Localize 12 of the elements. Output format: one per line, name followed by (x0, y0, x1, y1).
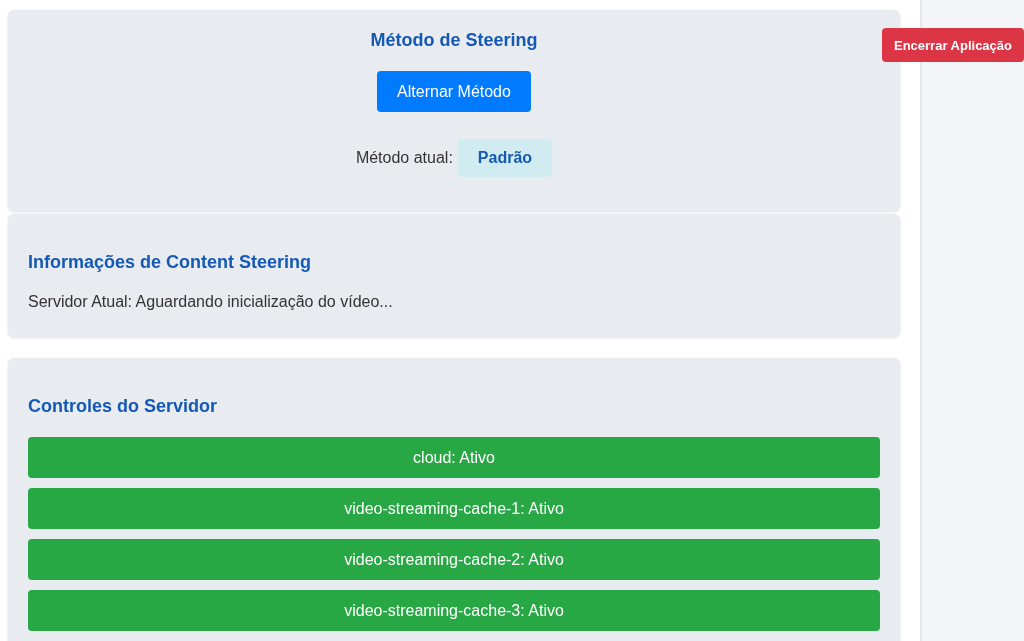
section-title: Método de Steering (369, 30, 539, 51)
current-method-value: Padrão (457, 139, 553, 177)
server-toggle-button[interactable]: video-streaming-cache-2: Ativo (28, 539, 880, 580)
server-toggle-button[interactable]: cloud: Ativo (28, 437, 880, 478)
server-toggle-button[interactable]: video-streaming-cache-3: Ativo (28, 590, 880, 631)
current-method-label: Método atual: (355, 149, 453, 167)
section-title: Informações de Content Steering (28, 252, 313, 273)
exit-app-button[interactable]: Encerrar Aplicação (881, 28, 1024, 62)
server-toggle-button[interactable]: video-streaming-cache-1: Ativo (28, 488, 880, 529)
toggle-method-button[interactable]: Alternar Método (377, 71, 531, 112)
section-title: Controles do Servidor (28, 396, 219, 417)
current-server-text: Servidor Atual: Aguardando inicialização do vídeo... (28, 293, 394, 311)
